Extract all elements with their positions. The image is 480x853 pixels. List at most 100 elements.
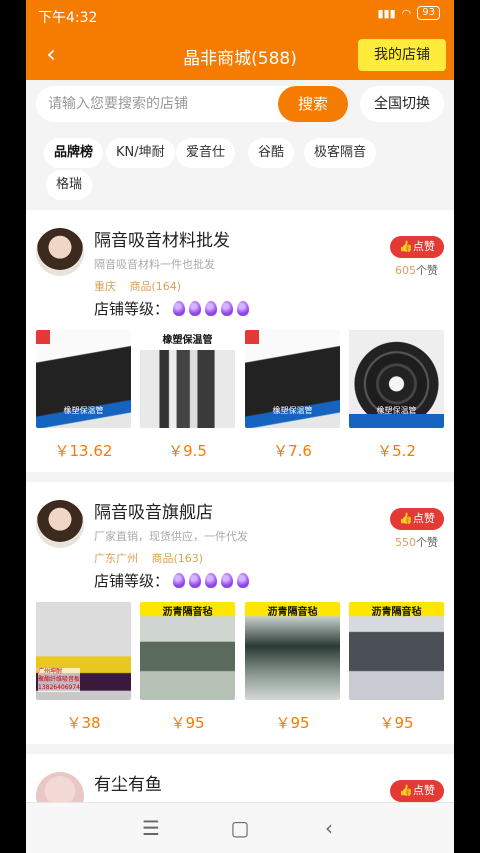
product-image-text: 沥青隔音毡 bbox=[371, 607, 422, 618]
phone-screen: 下午4:32 ▮▮▮ ◠ 93 ‹ 晶非商城(588) 我的店铺 请输入您要搜索… bbox=[26, 0, 454, 853]
home-icon[interactable]: ▢ bbox=[225, 815, 255, 841]
product-item[interactable]: 橡塑保温管 ￥13.62 bbox=[36, 330, 131, 461]
like-label: 点赞 bbox=[412, 512, 435, 525]
product-image[interactable]: 沥青隔音毡 bbox=[349, 602, 444, 700]
like-count: 605个赞 bbox=[395, 262, 438, 278]
like-unit: 个赞 bbox=[416, 536, 438, 549]
brand-chip-aiyinshi[interactable]: 爱音仕 bbox=[176, 138, 236, 168]
product-price: ￥95 bbox=[379, 714, 414, 732]
shop-level-label: 店铺等级： bbox=[94, 300, 170, 318]
menu-icon[interactable]: ☰ bbox=[136, 815, 166, 841]
thumbs-up-icon: 👍 bbox=[399, 784, 413, 797]
product-price: ￥9.5 bbox=[168, 442, 207, 460]
product-price: ￥95 bbox=[170, 714, 205, 732]
brand-chip-guku[interactable]: 谷酷 bbox=[248, 138, 295, 168]
thumbs-up-icon: 👍 bbox=[399, 240, 413, 253]
product-image[interactable]: 沥青隔音毡 bbox=[245, 602, 340, 700]
shop-avatar bbox=[36, 772, 84, 802]
top-navbar: ‹ 晶非商城(588) 我的店铺 bbox=[26, 30, 454, 80]
shop-description: 隔音吸音材料一件也批发 bbox=[94, 258, 215, 271]
level-gem-icon bbox=[237, 301, 250, 316]
like-number: 550 bbox=[395, 536, 416, 549]
product-image-text: 橡塑保温管 bbox=[63, 406, 104, 415]
product-image-text: 沥青隔音毡 bbox=[267, 607, 318, 618]
brand-chip-jike[interactable]: 极客隔音 bbox=[304, 138, 377, 168]
level-gem-icon bbox=[221, 573, 234, 588]
product-image-text: 橡塑保温管 bbox=[376, 406, 417, 415]
product-image[interactable]: 橡塑保温管 bbox=[36, 330, 131, 428]
level-gem-icon bbox=[189, 573, 202, 588]
shop-description: 厂家直销，现货供应，一件代发 bbox=[94, 530, 248, 543]
status-icons: ▮▮▮ ◠ 93 bbox=[377, 6, 440, 20]
search-button[interactable]: 搜索 bbox=[278, 86, 348, 122]
shop-card[interactable]: 有尘有鱼 👍点赞 bbox=[26, 754, 454, 802]
product-image-text: 橡塑保温管 bbox=[272, 406, 313, 415]
level-gem-icon bbox=[205, 301, 218, 316]
shop-product-count: 商品(164) bbox=[129, 280, 182, 293]
level-gem-icon bbox=[173, 573, 186, 588]
product-image[interactable]: 广州坤耐 聚酯纤维吸音板 13826406974 bbox=[36, 602, 131, 700]
search-row: 请输入您要搜索的店铺 搜索 全国切换 bbox=[26, 80, 454, 130]
brand-chip-gerui[interactable]: 格瑞 bbox=[46, 170, 93, 200]
product-item[interactable]: 橡塑保温管 ￥5.2 bbox=[349, 330, 444, 461]
like-unit: 个赞 bbox=[416, 264, 438, 277]
brand-chip-ranking[interactable]: 品牌榜 bbox=[44, 138, 104, 168]
product-row: 橡塑保温管 ￥13.62 橡塑保温管 ￥9.5 橡塑保温管 ￥7.6 橡塑保温管… bbox=[36, 330, 444, 460]
product-price: ￥13.62 bbox=[54, 442, 113, 460]
product-item[interactable]: 广州坤耐 聚酯纤维吸音板 13826406974 ￥38 bbox=[36, 602, 131, 733]
shop-location: 广东广州 bbox=[94, 552, 138, 565]
shop-card[interactable]: 隔音吸音旗舰店 厂家直销，现货供应，一件代发 广东广州 商品(163) 👍点赞 … bbox=[26, 482, 454, 744]
status-bar: 下午4:32 ▮▮▮ ◠ 93 bbox=[26, 0, 454, 30]
shop-avatar bbox=[36, 228, 84, 276]
product-image-text: 广州坤耐 聚酯纤维吸音板 13826406974 bbox=[38, 668, 81, 692]
shop-name: 隔音吸音材料批发 bbox=[94, 231, 230, 251]
product-price: ￥38 bbox=[66, 714, 101, 732]
product-image[interactable]: 橡塑保温管 bbox=[140, 330, 235, 428]
product-image[interactable]: 沥青隔音毡 bbox=[140, 602, 235, 700]
level-gem-icon bbox=[173, 301, 186, 316]
product-price: ￥7.6 bbox=[273, 442, 312, 460]
shop-location: 重庆 bbox=[94, 280, 116, 293]
like-button[interactable]: 👍点赞 bbox=[390, 508, 444, 530]
status-time: 下午4:32 bbox=[38, 10, 98, 26]
brand-filter: 品牌榜 KN/坤耐 爱音仕 谷酷 极客隔音 格瑞 bbox=[26, 132, 454, 202]
level-gem-icon bbox=[221, 301, 234, 316]
product-image[interactable]: 橡塑保温管 bbox=[349, 330, 444, 428]
region-switch-button[interactable]: 全国切换 bbox=[360, 86, 444, 122]
shop-name: 隔音吸音旗舰店 bbox=[94, 503, 213, 523]
product-item[interactable]: 沥青隔音毡 ￥95 bbox=[140, 602, 235, 733]
search-input[interactable]: 请输入您要搜索的店铺 bbox=[36, 86, 290, 122]
my-store-button[interactable]: 我的店铺 bbox=[358, 39, 446, 71]
wifi-icon: ◠ bbox=[401, 6, 412, 20]
brand-chip-kn[interactable]: KN/坤耐 bbox=[106, 138, 175, 168]
shop-name: 有尘有鱼 bbox=[94, 775, 162, 795]
battery-icon: 93 bbox=[417, 6, 440, 20]
back-icon[interactable]: ‹ bbox=[314, 815, 344, 841]
shop-list[interactable]: 隔音吸音材料批发 隔音吸音材料一件也批发 重庆 商品(164) 👍点赞 605个… bbox=[26, 210, 454, 802]
level-gem-icon bbox=[205, 573, 218, 588]
product-item[interactable]: 橡塑保温管 ￥7.6 bbox=[245, 330, 340, 461]
signal-icon: ▮▮▮ bbox=[377, 6, 396, 20]
product-image[interactable]: 橡塑保温管 bbox=[245, 330, 340, 428]
like-button[interactable]: 👍点赞 bbox=[390, 236, 444, 258]
shop-avatar bbox=[36, 500, 84, 548]
shop-card[interactable]: 隔音吸音材料批发 隔音吸音材料一件也批发 重庆 商品(164) 👍点赞 605个… bbox=[26, 210, 454, 472]
product-item[interactable]: 沥青隔音毡 ￥95 bbox=[245, 602, 340, 733]
product-item[interactable]: 沥青隔音毡 ￥95 bbox=[349, 602, 444, 733]
like-label: 点赞 bbox=[412, 784, 435, 797]
thumbs-up-icon: 👍 bbox=[399, 512, 413, 525]
level-gem-icon bbox=[237, 573, 250, 588]
product-row: 广州坤耐 聚酯纤维吸音板 13826406974 ￥38 沥青隔音毡 ￥95 沥… bbox=[36, 602, 444, 732]
product-image-text: 沥青隔音毡 bbox=[162, 607, 213, 618]
like-button[interactable]: 👍点赞 bbox=[390, 780, 444, 802]
level-gem-icon bbox=[189, 301, 202, 316]
shop-level-label: 店铺等级： bbox=[94, 572, 170, 590]
product-item[interactable]: 橡塑保温管 ￥9.5 bbox=[140, 330, 235, 461]
product-image-text: 橡塑保温管 bbox=[162, 335, 213, 346]
shop-level: 店铺等级： bbox=[94, 298, 250, 319]
shop-product-count: 商品(163) bbox=[151, 552, 204, 565]
product-price: ￥5.2 bbox=[377, 442, 416, 460]
shop-level: 店铺等级： bbox=[94, 570, 250, 591]
product-price: ￥95 bbox=[275, 714, 310, 732]
like-label: 点赞 bbox=[412, 240, 435, 253]
